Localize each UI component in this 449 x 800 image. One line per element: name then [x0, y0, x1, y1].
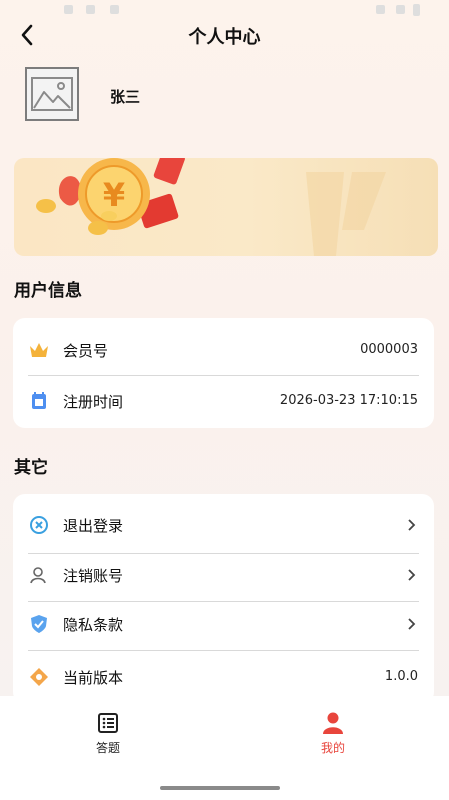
logout-row[interactable]: 退出登录 [13, 501, 434, 549]
user-info-title: 用户信息 [14, 281, 82, 301]
cancel-account-label: 注销账号 [63, 567, 124, 585]
status-icon [110, 5, 119, 14]
other-card: 退出登录 注销账号 隐私条款 当前版本 1.0.0 [13, 494, 434, 704]
crown-icon [30, 343, 48, 357]
logout-label: 退出登录 [63, 517, 124, 535]
page-title: 个人中心 [188, 27, 261, 48]
divider [28, 650, 419, 651]
chevron-right-icon [408, 618, 416, 630]
calendar-icon [32, 392, 46, 409]
battery-icon [413, 4, 420, 16]
tab-quiz-label: 答题 [95, 741, 120, 755]
register-time-row: 注册时间 2026-03-23 17:10:15 [13, 377, 434, 425]
coin-gift-illustration: ¥ [36, 158, 386, 256]
image-placeholder-icon [31, 77, 73, 111]
version-value: 1.0.0 [384, 669, 418, 684]
chevron-right-icon [408, 519, 416, 531]
tab-profile[interactable]: 我的 [288, 696, 378, 756]
nav-bar: 个人中心 [0, 16, 449, 54]
username: 张三 [110, 88, 141, 106]
register-time-label: 注册时间 [63, 393, 124, 411]
privacy-row[interactable]: 隐私条款 [13, 600, 434, 648]
tab-quiz[interactable]: 答题 [63, 696, 153, 756]
chevron-right-icon [408, 569, 416, 581]
member-id-value: 0000003 [360, 342, 418, 357]
privacy-label: 隐私条款 [63, 616, 124, 634]
profile-icon [323, 712, 343, 734]
avatar[interactable] [25, 67, 79, 121]
signal-icon [396, 5, 405, 14]
version-label: 当前版本 [63, 669, 124, 687]
bottom-tab-bar: 答题 我的 [0, 696, 449, 800]
status-icon [64, 5, 73, 14]
svg-text:¥: ¥ [103, 176, 125, 214]
home-indicator [160, 786, 280, 790]
logout-icon [30, 516, 48, 534]
version-icon [30, 668, 48, 686]
cancel-account-row[interactable]: 注销账号 [13, 551, 434, 599]
user-info-card: 会员号 0000003 注册时间 2026-03-23 17:10:15 [13, 318, 434, 428]
register-time-value: 2026-03-23 17:10:15 [279, 393, 418, 408]
divider [28, 375, 419, 376]
wifi-icon [376, 5, 385, 14]
privacy-shield-icon [31, 615, 47, 633]
version-row: 当前版本 1.0.0 [13, 653, 434, 701]
account-cancel-icon [30, 567, 46, 584]
promo-banner[interactable]: ¥ [14, 158, 438, 256]
status-icon [86, 5, 95, 14]
member-id-row: 会员号 0000003 [13, 326, 434, 374]
member-id-label: 会员号 [63, 342, 109, 360]
other-title: 其它 [14, 458, 48, 478]
tab-profile-label: 我的 [320, 741, 345, 755]
quiz-icon [98, 713, 118, 733]
